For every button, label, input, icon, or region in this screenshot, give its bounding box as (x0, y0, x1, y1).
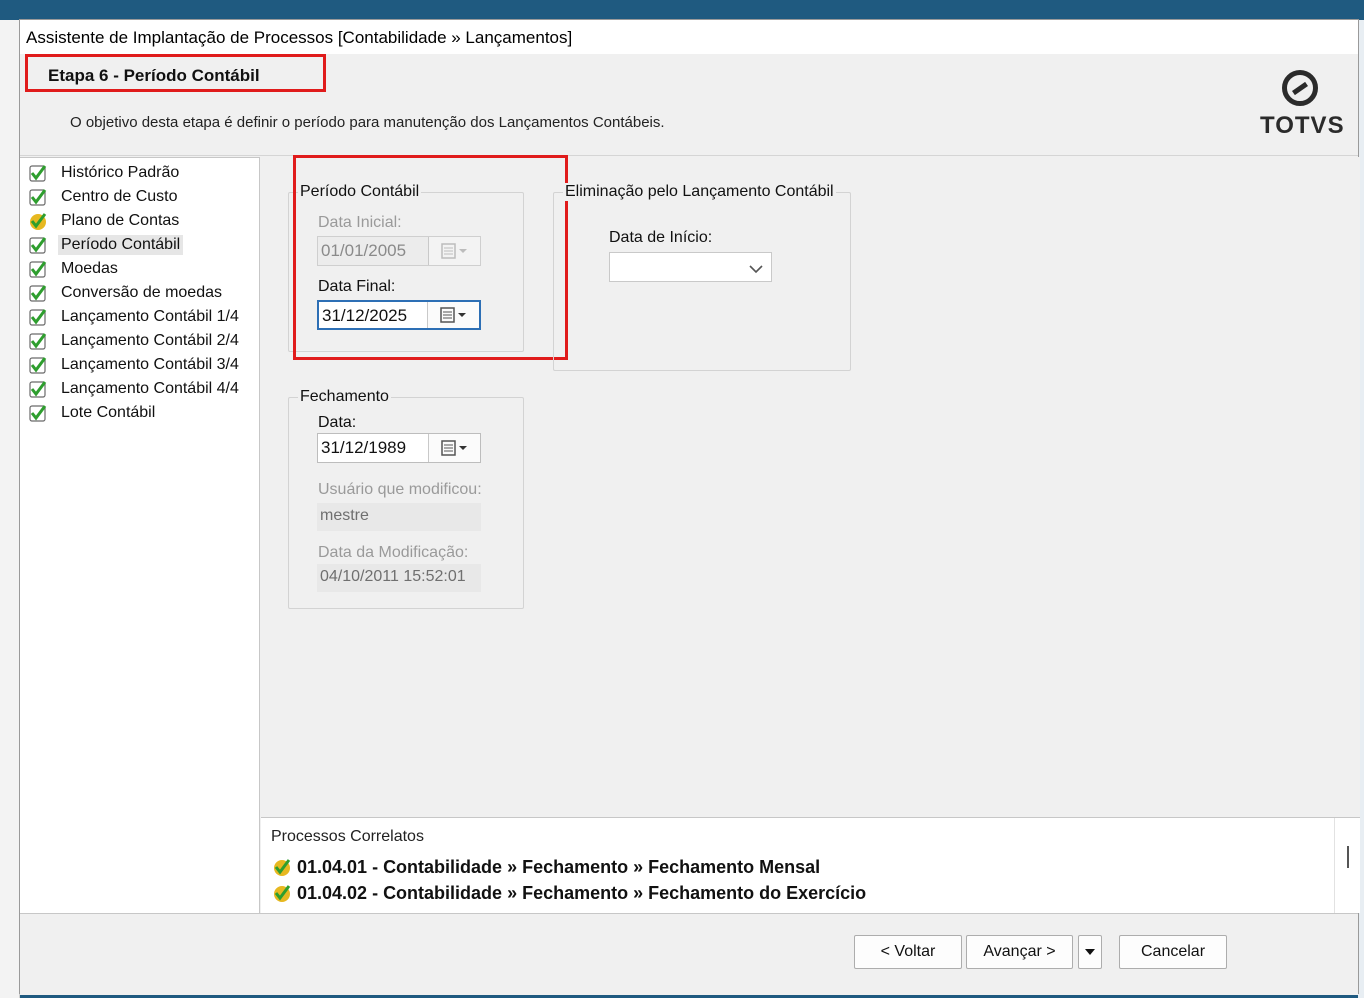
green-check-icon (28, 163, 48, 183)
green-check-icon (28, 187, 48, 207)
data-modificacao-label: Data da Modificação: (318, 544, 469, 561)
processos-correlatos-panel: Processos Correlatos 01.04.01 - Contabil… (261, 817, 1360, 914)
fechamento-data-label: Data: (318, 414, 357, 431)
processos-correlatos-title: Processos Correlatos (271, 828, 424, 845)
tree-item[interactable]: Período Contábil (28, 234, 184, 256)
tree-item-label[interactable]: Lote Contábil (58, 403, 158, 423)
processo-correlato-label[interactable]: 01.04.02 - Contabilidade » Fechamento » … (297, 883, 866, 904)
tree-item-label[interactable]: Lançamento Contábil 3/4 (58, 355, 242, 375)
data-modificacao-value: 04/10/2011 15:52:01 (317, 564, 481, 592)
yellow-check-icon (28, 211, 48, 231)
processo-correlato-link[interactable]: 01.04.02 - Contabilidade » Fechamento » … (271, 882, 866, 904)
tree-item[interactable]: Plano de Contas (28, 210, 182, 232)
tree-item[interactable]: Lançamento Contábil 2/4 (28, 330, 242, 352)
tree-item-label[interactable]: Lançamento Contábil 2/4 (58, 331, 242, 351)
tree-item-label[interactable]: Histórico Padrão (58, 163, 182, 183)
steps-tree: Histórico Padrão Centro de Custo Plano de … (20, 157, 260, 913)
chevron-down-icon[interactable] (749, 261, 763, 279)
tree-item[interactable]: Lançamento Contábil 3/4 (28, 354, 242, 376)
tree-item-label[interactable]: Lançamento Contábil 1/4 (58, 307, 242, 327)
green-check-icon (28, 283, 48, 303)
fechamento-title: Fechamento (298, 388, 391, 406)
fechamento-data-value[interactable]: 31/12/1989 (318, 434, 428, 462)
processo-correlato-label[interactable]: 01.04.01 - Contabilidade » Fechamento » … (297, 857, 820, 878)
background-app-sidebar (0, 20, 20, 998)
step-title: Etapa 6 - Período Contábil (48, 66, 260, 85)
eliminacao-title: Eliminação pelo Lançamento Contábil (563, 183, 836, 201)
totvs-logo-text: TOTVS (1260, 112, 1345, 139)
tree-item[interactable]: Lançamento Contábil 4/4 (28, 378, 242, 400)
tree-item[interactable]: Moedas (28, 258, 121, 280)
usuario-label: Usuário que modificou: (318, 481, 482, 498)
green-check-icon (28, 379, 48, 399)
tree-item[interactable]: Centro de Custo (28, 186, 181, 208)
green-check-icon (28, 355, 48, 375)
tree-item-label[interactable]: Lançamento Contábil 4/4 (58, 379, 242, 399)
back-button[interactable]: < Voltar (854, 935, 962, 969)
yellow-check-icon (271, 856, 293, 878)
processo-correlato-link[interactable]: 01.04.01 - Contabilidade » Fechamento » … (271, 856, 820, 878)
wizard-header: Etapa 6 - Período Contábil O objetivo de… (20, 54, 1358, 156)
tree-item-label[interactable]: Período Contábil (58, 235, 184, 255)
dialog-title: Assistente de Implantação de Processos [… (26, 28, 573, 47)
green-check-icon (28, 403, 48, 423)
caret-down-icon (1085, 949, 1095, 955)
background-app-titlebar (0, 0, 1364, 20)
totvs-logo-icon (1282, 70, 1318, 106)
correlatos-scrollbar[interactable] (1334, 818, 1360, 914)
fechamento-data-field[interactable]: 31/12/1989 (317, 433, 481, 463)
tree-item[interactable]: Lançamento Contábil 1/4 (28, 306, 242, 328)
next-button[interactable]: Avançar > (966, 935, 1073, 969)
green-check-icon (28, 331, 48, 351)
step-content: Período Contábil Data Inicial: 01/01/200… (261, 155, 1360, 817)
dialog-title-bar: Assistente de Implantação de Processos [… (20, 20, 1358, 54)
green-check-icon (28, 235, 48, 255)
tree-item[interactable]: Lote Contábil (28, 402, 158, 424)
wizard-footer: < Voltar Avançar > Cancelar (20, 913, 1358, 995)
next-options-button[interactable] (1078, 935, 1102, 969)
data-inicio-select[interactable] (609, 252, 772, 282)
tree-item[interactable]: Conversão de moedas (28, 282, 225, 304)
green-check-icon (28, 307, 48, 327)
tree-item[interactable]: Histórico Padrão (28, 162, 182, 184)
usuario-value: mestre (317, 503, 481, 531)
green-check-icon (28, 259, 48, 279)
step-description: O objetivo desta etapa é definir o perío… (70, 114, 665, 131)
tree-item-label[interactable]: Moedas (58, 259, 121, 279)
tree-item-label[interactable]: Conversão de moedas (58, 283, 225, 303)
periodo-contabil-highlight (293, 155, 568, 360)
wizard-dialog: Assistente de Implantação de Processos [… (19, 19, 1360, 995)
yellow-check-icon (271, 882, 293, 904)
data-inicio-label: Data de Início: (609, 229, 713, 246)
tree-item-label[interactable]: Plano de Contas (58, 211, 182, 231)
cancel-button[interactable]: Cancelar (1119, 935, 1227, 969)
totvs-logo: TOTVS (1260, 70, 1345, 146)
tree-item-label[interactable]: Centro de Custo (58, 187, 181, 207)
calendar-dropdown-icon[interactable] (428, 434, 480, 462)
